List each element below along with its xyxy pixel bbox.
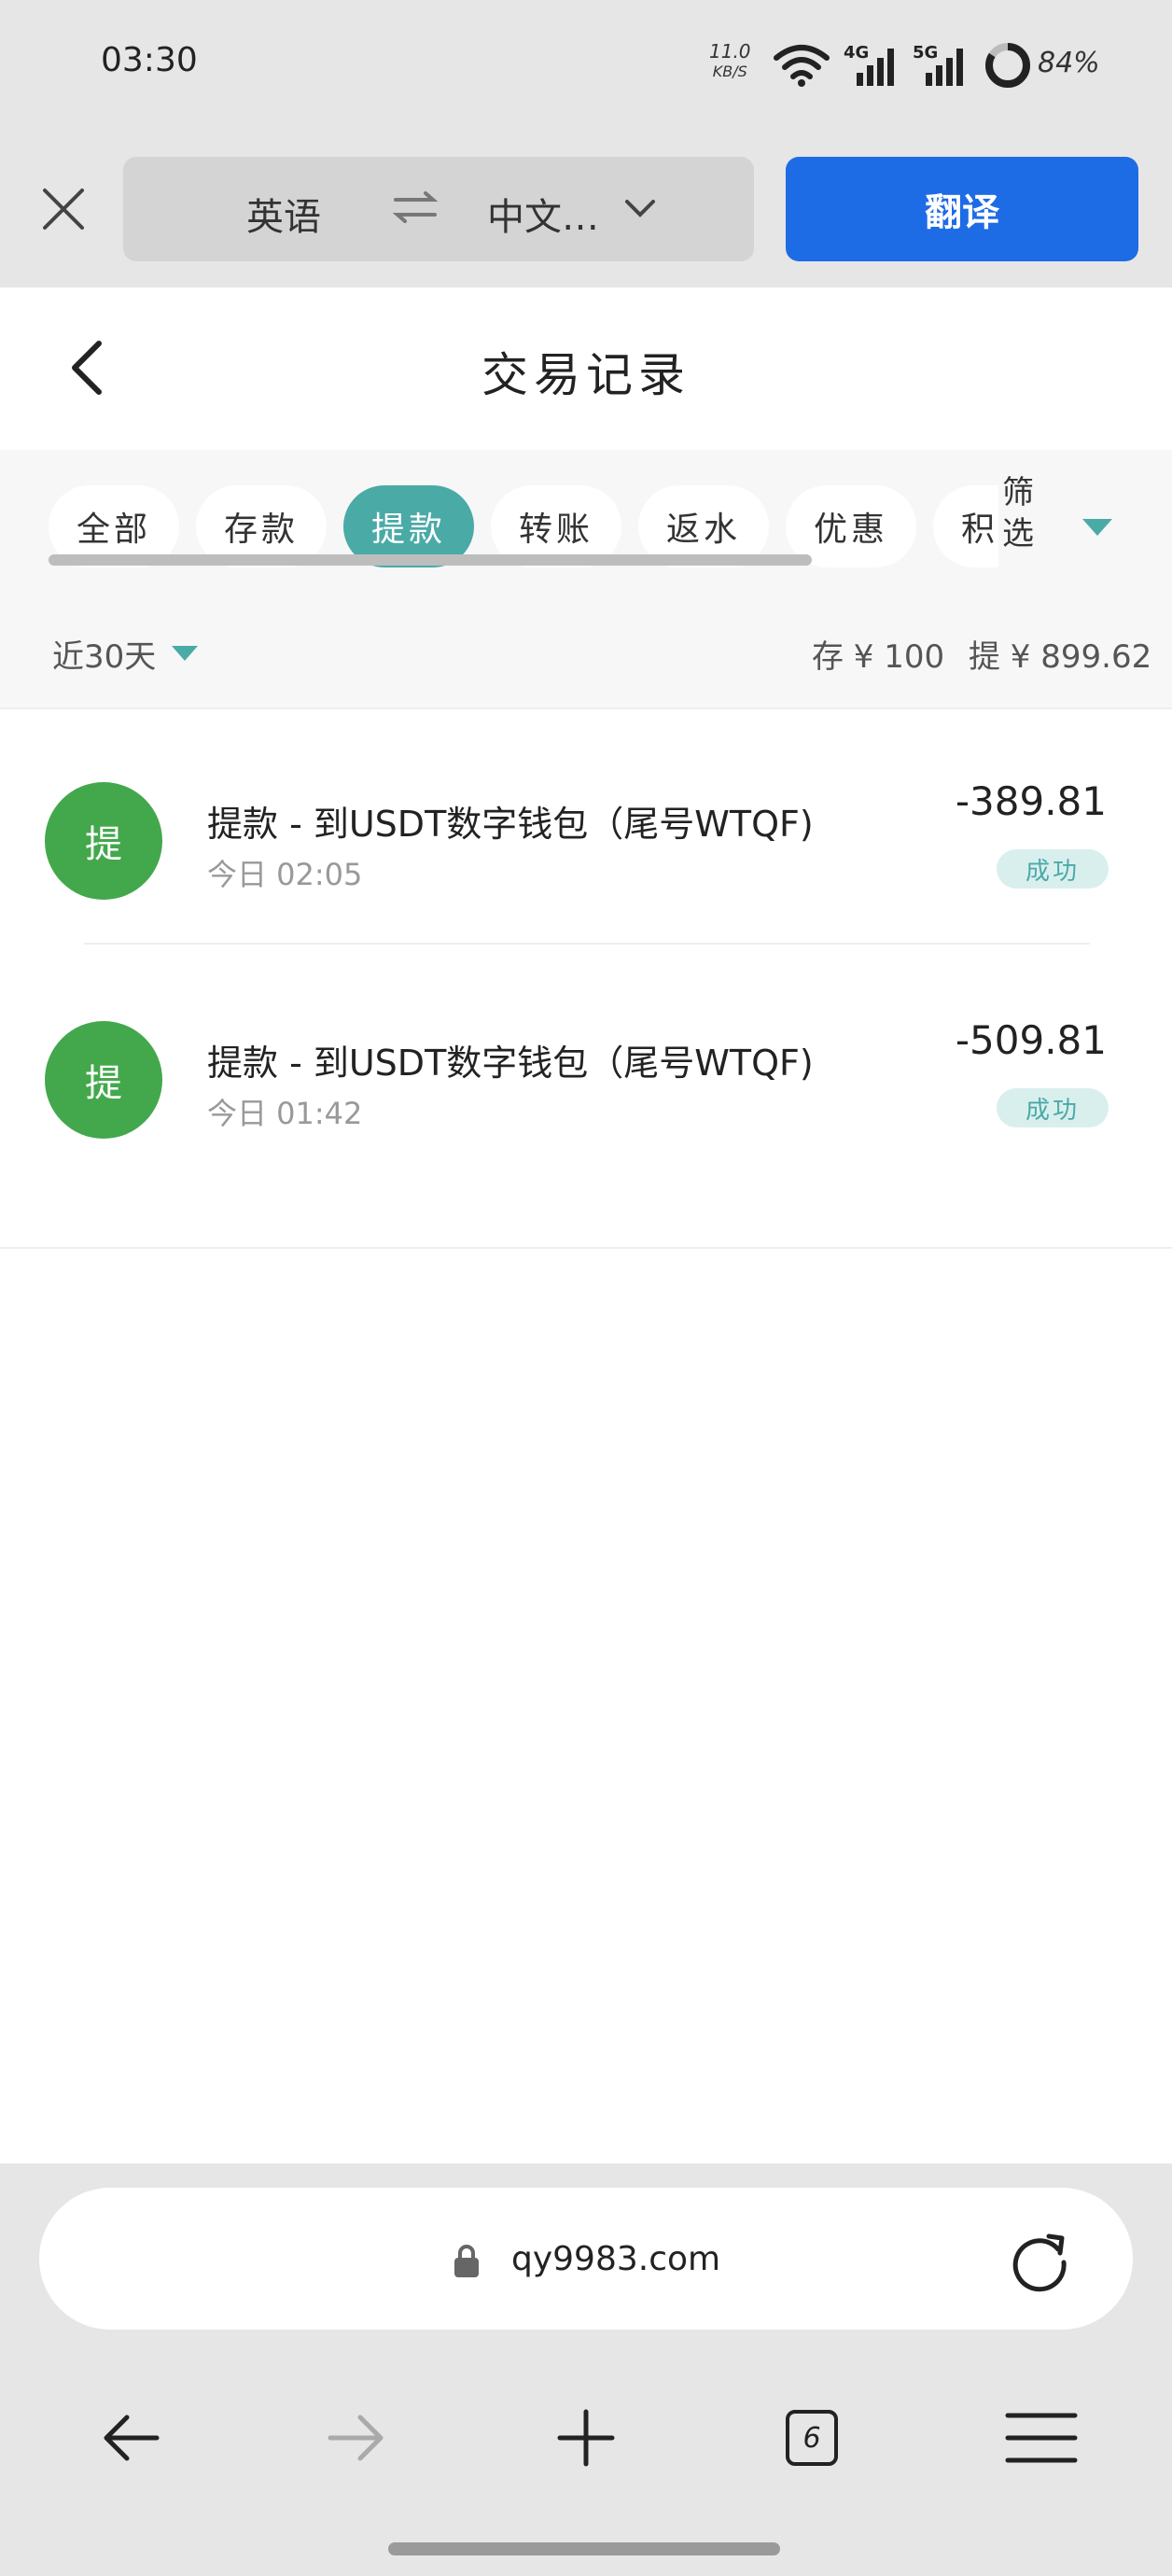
transaction-amount: -389.81 [955, 778, 1107, 824]
lock-icon [454, 2245, 479, 2277]
transaction-time: 今日 01:42 [207, 1096, 363, 1131]
signal-5g-icon: 5G [913, 43, 963, 86]
list-end-divider [0, 1247, 1172, 1249]
svg-text:5G: 5G [913, 43, 938, 63]
tabs-scrollbar[interactable] [49, 554, 812, 566]
tabs-button[interactable]: 6 [758, 2399, 870, 2477]
svg-text:4G: 4G [844, 43, 869, 63]
chevron-down-icon[interactable] [623, 198, 657, 220]
deposit-total: 存 ¥ 100 [812, 638, 945, 676]
signal-4g-icon: 4G [844, 43, 894, 86]
target-language[interactable]: 中文… [487, 187, 599, 241]
status-badge: 成功 [997, 849, 1109, 889]
forward-icon[interactable] [300, 2399, 412, 2477]
transaction-avatar: 提 [45, 782, 162, 900]
transaction-amount: -509.81 [955, 1017, 1107, 1063]
filter-dropdown-icon[interactable] [1081, 517, 1114, 538]
date-range-dropdown-icon[interactable] [170, 644, 200, 663]
filter-button-label[interactable]: 筛选 [997, 472, 1039, 554]
network-speed-value: 11.0 [709, 40, 751, 63]
battery-percent: 84% [1038, 47, 1100, 79]
transaction-title[interactable]: 提款 - 到USDT数字钱包（尾号WTQF) [207, 795, 814, 847]
row-divider [84, 943, 1090, 945]
divider [0, 707, 1172, 709]
battery-ring-icon [985, 43, 1030, 88]
menu-icon[interactable] [985, 2399, 1097, 2477]
page-title: 交易记录 [481, 348, 691, 402]
network-speed-unit: KB/S [712, 63, 747, 80]
status-badge: 成功 [997, 1088, 1109, 1127]
new-tab-icon[interactable] [530, 2399, 642, 2477]
wifi-icon [774, 45, 830, 87]
transaction-time: 今日 02:05 [207, 857, 363, 892]
close-icon[interactable] [41, 187, 86, 231]
back-icon[interactable] [75, 2399, 187, 2477]
clock-time: 03:30 [101, 41, 198, 79]
url-text[interactable]: qy9983.com [511, 2240, 720, 2278]
home-indicator[interactable] [388, 2542, 780, 2555]
source-language[interactable]: 英语 [246, 187, 321, 241]
translate-button[interactable]: 翻译 [786, 157, 1138, 261]
reload-icon[interactable] [1008, 2229, 1071, 2292]
transaction-title[interactable]: 提款 - 到USDT数字钱包（尾号WTQF) [207, 1034, 814, 1085]
language-selector[interactable] [123, 157, 754, 261]
date-range-selector[interactable]: 近30天 [52, 631, 156, 677]
network-speed: 11.0 KB/S [709, 41, 751, 82]
transaction-avatar: 提 [45, 1021, 162, 1139]
tab-count[interactable]: 6 [786, 2410, 838, 2466]
swap-languages-icon[interactable] [392, 190, 439, 224]
withdraw-total: 提 ¥ 899.62 [969, 638, 1152, 676]
